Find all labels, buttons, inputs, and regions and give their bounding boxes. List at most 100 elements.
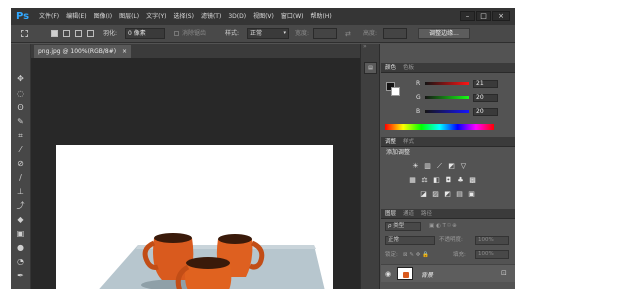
red-slider[interactable]	[425, 82, 469, 85]
tab-paths[interactable]: 路径	[421, 210, 432, 218]
image-canvas[interactable]	[56, 145, 333, 289]
lasso-tool-icon[interactable]: ʘ	[15, 103, 26, 112]
menu-layer[interactable]: 图层(L)	[119, 13, 139, 21]
opacity-input[interactable]: 100%	[475, 236, 509, 245]
brush-tool-icon[interactable]: ∕	[15, 173, 26, 182]
blur-tool-icon[interactable]: ●	[15, 243, 26, 252]
channel-mixer-icon[interactable]: ♣	[456, 176, 465, 184]
color-lookup-icon[interactable]: ▩	[468, 176, 477, 184]
subtract-selection-icon[interactable]	[75, 30, 82, 37]
menu-view[interactable]: 视图(V)	[253, 13, 274, 21]
eye-visibility-icon[interactable]: ◉	[385, 270, 391, 278]
feather-input[interactable]: 0 像素	[125, 28, 165, 39]
dodge-tool-icon[interactable]: ◔	[15, 257, 26, 266]
teapot-cups-photo	[99, 233, 325, 289]
black-white-icon[interactable]: ◧	[432, 176, 441, 184]
menu-file[interactable]: 文件(F)	[39, 13, 59, 21]
marquee-preset-icon[interactable]	[21, 30, 28, 37]
gradient-tool-icon[interactable]: ▣	[15, 229, 26, 238]
levels-icon[interactable]: ▥	[423, 162, 432, 170]
menu-type[interactable]: 文字(Y)	[146, 13, 166, 21]
close-tab-icon[interactable]: ×	[122, 48, 127, 55]
curves-icon[interactable]: ⟋	[435, 162, 444, 170]
blue-value-input[interactable]: 20	[473, 108, 498, 116]
minimize-button[interactable]: –	[460, 11, 475, 21]
brightness-contrast-icon[interactable]: ☀	[411, 162, 420, 170]
width-input[interactable]	[313, 28, 337, 39]
quick-select-tool-icon[interactable]: ✎	[15, 117, 26, 126]
style-value: 正常	[250, 30, 263, 37]
panel-icon-strip: » ▤	[360, 44, 380, 289]
new-selection-icon[interactable]	[51, 30, 58, 37]
selective-color-icon[interactable]: ▣	[467, 190, 476, 198]
threshold-icon[interactable]: ◩	[443, 190, 452, 198]
layer-name: 背景	[421, 272, 434, 279]
tab-swatches[interactable]: 色板	[403, 64, 414, 72]
layer-thumbnail	[397, 267, 413, 280]
exposure-icon[interactable]: ◩	[447, 162, 456, 170]
red-value-input[interactable]: 21	[473, 80, 498, 88]
posterize-icon[interactable]: ▨	[431, 190, 440, 198]
collapse-icon[interactable]: »	[363, 44, 378, 50]
height-input[interactable]	[383, 28, 407, 39]
opacity-label: 不透明度:	[439, 237, 463, 243]
eyedropper-tool-icon[interactable]: ⁄	[15, 145, 26, 154]
lock-icons[interactable]: ⊠ ✎ ✥ 🔒	[403, 252, 429, 259]
antialias-checkbox[interactable]	[174, 31, 179, 36]
menu-3d[interactable]: 3D(D)	[228, 13, 246, 21]
invert-icon[interactable]: ◪	[419, 190, 428, 198]
pen-tool-icon[interactable]: ✒	[15, 271, 26, 280]
layer-row-background[interactable]: ◉ 背景 ⊡	[381, 264, 515, 282]
blend-mode-select[interactable]: 正常	[385, 236, 435, 245]
color-spectrum-bar[interactable]	[385, 124, 494, 130]
menu-image[interactable]: 图像(I)	[94, 13, 112, 21]
fill-input[interactable]: 100%	[475, 250, 509, 259]
document-tab[interactable]: png.jpg @ 100%(RGB/8#) ×	[34, 45, 132, 58]
tab-color[interactable]: 颜色	[385, 64, 396, 72]
blue-channel-label: B	[416, 108, 421, 115]
style-select[interactable]: 正常 ▾	[247, 28, 289, 39]
clone-stamp-tool-icon[interactable]: ⊥	[15, 187, 26, 196]
fill-label: 填充:	[453, 252, 466, 258]
tab-channels[interactable]: 通道	[403, 210, 414, 218]
lock-label: 锁定:	[385, 252, 398, 258]
move-tool-icon[interactable]: ✥	[15, 74, 26, 83]
swap-icon[interactable]: ⇄	[345, 30, 351, 38]
photo-filter-icon[interactable]: ◘	[444, 176, 453, 184]
menu-window[interactable]: 窗口(W)	[281, 13, 304, 21]
gradient-map-icon[interactable]: ▤	[455, 190, 464, 198]
eraser-tool-icon[interactable]: ◆	[15, 215, 26, 224]
crop-tool-icon[interactable]: ⌗	[15, 131, 26, 140]
tab-adjustments[interactable]: 调整	[385, 138, 396, 146]
document-tab-bar: png.jpg @ 100%(RGB/8#) ×	[31, 44, 360, 58]
tab-layers[interactable]: 图层	[385, 210, 396, 218]
healing-brush-tool-icon[interactable]: ⊘	[15, 159, 26, 168]
green-value-input[interactable]: 20	[473, 94, 498, 102]
vibrance-icon[interactable]: ▽	[459, 162, 468, 170]
menu-help[interactable]: 帮助(H)	[311, 13, 332, 21]
history-brush-tool-icon[interactable]: ⤴	[15, 201, 26, 210]
refine-edge-button[interactable]: 调整边缘...	[418, 28, 470, 39]
intersect-selection-icon[interactable]	[87, 30, 94, 37]
blue-slider[interactable]	[425, 110, 469, 113]
green-slider[interactable]	[425, 96, 469, 99]
menu-select[interactable]: 选择(S)	[173, 13, 194, 21]
color-balance-icon[interactable]: ⚖	[420, 176, 429, 184]
background-color-swatch[interactable]	[391, 87, 400, 96]
marquee-tool-icon[interactable]: ◌	[15, 89, 26, 98]
hue-saturation-icon[interactable]: ▦	[408, 176, 417, 184]
maximize-button[interactable]: □	[476, 11, 491, 21]
style-label: 样式:	[225, 30, 240, 37]
menu-filter[interactable]: 滤镜(T)	[201, 13, 221, 21]
menu-edit[interactable]: 编辑(E)	[66, 13, 86, 21]
document-tab-title: png.jpg @ 100%(RGB/8#)	[38, 48, 117, 55]
history-panel-icon[interactable]: ▤	[364, 62, 377, 74]
ps-logo: Ps	[16, 11, 30, 22]
add-selection-icon[interactable]	[63, 30, 70, 37]
tab-styles[interactable]: 样式	[403, 138, 414, 146]
tools-panel: ✥ ◌ ʘ ✎ ⌗ ⁄ ⊘ ∕ ⊥ ⤴ ◆ ▣ ● ◔ ✒	[11, 44, 31, 289]
close-button[interactable]: ×	[492, 11, 510, 21]
layer-filter-icons[interactable]: ▣ ◐ T ⌑ ⊕	[429, 223, 457, 230]
layer-filter-select[interactable]: ρ 类型	[385, 222, 421, 231]
document-area: png.jpg @ 100%(RGB/8#) ×	[31, 44, 360, 289]
